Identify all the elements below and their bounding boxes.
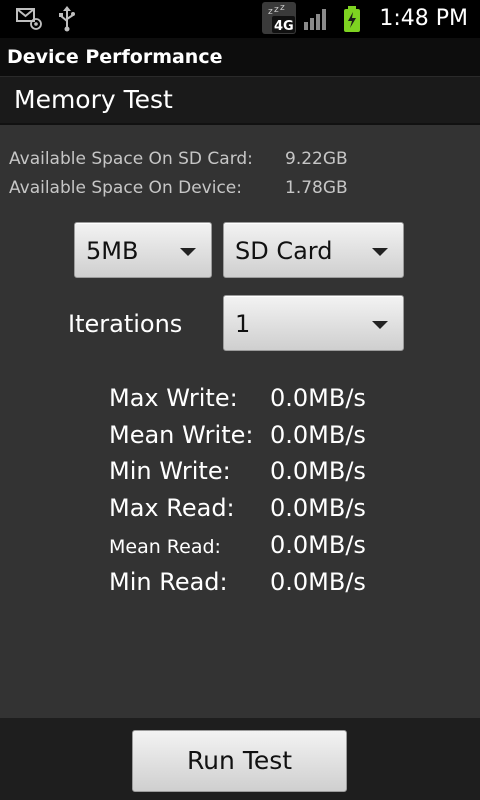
device-space-label: Available Space On Device:: [9, 178, 242, 198]
network-type-label: 4G: [274, 19, 294, 34]
status-bar: z z z 4G 1:48 PM: [0, 0, 480, 38]
section-title: Memory Test: [14, 85, 173, 114]
size-spinner-value: 5MB: [86, 237, 139, 265]
result-row-mean-write: Mean Write: 0.0MB/s: [109, 419, 366, 451]
result-value: 0.0MB/s: [270, 421, 366, 449]
iterations-spinner-value: 1: [235, 310, 251, 338]
section-header: Memory Test: [0, 77, 480, 125]
device-screen: z z z 4G 1:48 PM Device Performance Memo…: [0, 0, 480, 800]
svg-text:z: z: [274, 5, 279, 15]
result-row-min-write: Min Write: 0.0MB/s: [109, 455, 366, 487]
result-row-max-write: Max Write: 0.0MB/s: [109, 382, 366, 414]
sd-space-value: 9.22GB: [285, 149, 348, 169]
iterations-spinner[interactable]: 1: [223, 295, 404, 351]
result-label: Mean Write:: [109, 421, 254, 449]
device-space-value: 1.78GB: [285, 178, 348, 198]
4g-network-icon: z z z 4G: [262, 2, 296, 34]
result-value: 0.0MB/s: [270, 568, 366, 596]
bottom-action-bar: Run Test: [0, 718, 480, 800]
result-label: Min Read:: [109, 568, 228, 596]
location-spinner[interactable]: SD Card: [223, 222, 404, 278]
status-clock: 1:48 PM: [379, 6, 468, 31]
battery-charging-icon: [344, 6, 360, 32]
chevron-down-icon: [180, 248, 196, 256]
location-spinner-value: SD Card: [235, 237, 333, 265]
chevron-down-icon: [372, 321, 388, 329]
app-title: Device Performance: [7, 46, 223, 68]
signal-icon: [304, 9, 326, 30]
result-row-mean-read: Mean Read: 0.0MB/s: [109, 529, 366, 561]
sd-space-label: Available Space On SD Card:: [9, 149, 253, 169]
result-value: 0.0MB/s: [270, 384, 366, 412]
mail-icon: [16, 8, 42, 30]
svg-text:z: z: [280, 3, 285, 13]
result-label: Min Write:: [109, 457, 231, 485]
usb-icon: [59, 6, 75, 32]
result-label: Max Write:: [109, 384, 238, 412]
app-title-bar: Device Performance: [0, 38, 480, 77]
result-row-min-read: Min Read: 0.0MB/s: [109, 566, 366, 598]
run-test-button[interactable]: Run Test: [132, 730, 347, 792]
svg-text:z: z: [268, 7, 273, 17]
result-value: 0.0MB/s: [270, 494, 366, 522]
result-label: Mean Read:: [109, 536, 221, 558]
result-row-max-read: Max Read: 0.0MB/s: [109, 492, 366, 524]
iterations-label: Iterations: [68, 310, 183, 338]
result-value: 0.0MB/s: [270, 531, 366, 559]
device-space-row: Available Space On Device: 1.78GB: [9, 176, 348, 200]
size-spinner[interactable]: 5MB: [74, 222, 212, 278]
result-label: Max Read:: [109, 494, 235, 522]
chevron-down-icon: [372, 248, 388, 256]
sd-space-row: Available Space On SD Card: 9.22GB: [9, 147, 348, 171]
result-value: 0.0MB/s: [270, 457, 366, 485]
